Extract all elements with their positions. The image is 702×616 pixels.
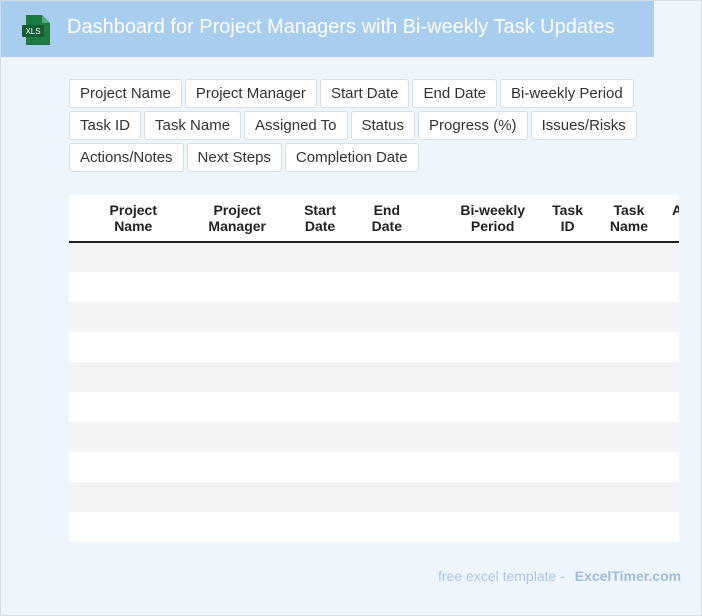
field-chip-task-name[interactable]: Task Name [144,111,242,140]
field-chip-assigned-to[interactable]: Assigned To [244,111,348,140]
field-chip-project-manager[interactable]: Project Manager [184,79,317,108]
table-row[interactable] [69,452,679,482]
page-title: Dashboard for Project Managers with Bi-w… [67,16,615,38]
field-chip-end-date[interactable]: End Date [412,79,498,108]
column-header[interactable]: Task Name [595,195,660,243]
footer-prefix: free excel template - [438,568,565,584]
table-row[interactable] [69,392,679,422]
field-chip-project-name[interactable]: Project Name [69,79,182,108]
column-header[interactable]: Task ID [537,195,595,243]
table-row[interactable] [69,482,679,512]
field-chip-list: Project Name Project Manager Start Date … [69,79,699,172]
task-table: Project Name Project Manager Start Date End… [69,195,679,542]
column-header[interactable]: End Date [348,195,414,243]
table-header-row: Project Name Project Manager Start Date End… [69,195,679,243]
footer-brand-link[interactable]: ExcelTimer.com [575,568,681,584]
column-header[interactable]: Project Name [69,195,169,243]
table-row[interactable] [69,512,679,542]
table-row[interactable] [69,422,679,452]
table-row[interactable] [69,362,679,392]
svg-text:XLS: XLS [25,27,40,36]
column-header[interactable]: Project Manager [169,195,278,243]
table-row[interactable] [69,302,679,332]
field-chip-actions-notes[interactable]: Actions/Notes [69,143,184,172]
title-banner: XLS Dashboard for Project Managers with … [1,1,654,57]
column-header[interactable]: Start Date [278,195,348,243]
field-chip-completion-date[interactable]: Completion Date [284,143,419,172]
field-chip-next-steps[interactable]: Next Steps [186,143,282,172]
column-header[interactable]: A [660,195,679,243]
column-header[interactable]: Bi-weekly Period [414,195,537,243]
field-chip-status[interactable]: Status [350,111,416,140]
table-row[interactable] [69,272,679,302]
footer-credit: free excel template - ExcelTimer.com [438,568,681,584]
table-row[interactable] [69,242,679,272]
excel-file-icon: XLS [22,15,50,45]
field-chip-task-id[interactable]: Task ID [69,111,142,140]
field-chip-start-date[interactable]: Start Date [319,79,410,108]
field-chip-bi-weekly-period[interactable]: Bi-weekly Period [500,79,634,108]
field-chip-progress[interactable]: Progress (%) [418,111,528,140]
table-row[interactable] [69,332,679,362]
field-chip-issues-risks[interactable]: Issues/Risks [530,111,637,140]
